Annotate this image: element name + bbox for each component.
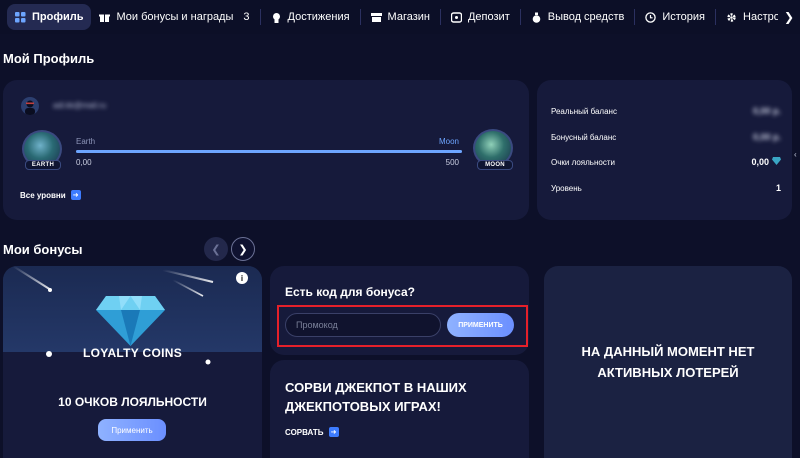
avatar	[21, 97, 39, 115]
promo-code-card: Есть код для бонуса? ПРИМЕНИТЬ	[270, 266, 529, 355]
earth-badge-label: EARTH	[25, 160, 61, 170]
nav-tab-store[interactable]: Магазин	[363, 4, 438, 30]
lottery-card: НА ДАННЫЙ МОМЕНТ НЕТ АКТИВНЫХ ЛОТЕРЕЙ	[544, 266, 792, 458]
arrow-right-icon: ➜	[328, 427, 339, 437]
apply-loyalty-button[interactable]: Применить	[98, 419, 166, 441]
bonuses-section-title: Мои бонусы	[3, 242, 83, 257]
apply-promo-button[interactable]: ПРИМЕНИТЬ	[447, 313, 514, 337]
nav-scroll-right-icon[interactable]: ❯	[778, 0, 800, 34]
balance-value: 0,00	[751, 157, 769, 167]
nav-tab-label: Вывод средств	[547, 11, 625, 23]
bonus-count-badge: 3	[243, 11, 250, 23]
carousel-prev-button[interactable]: ❮	[204, 237, 228, 261]
nav-tab-label: Достижения	[287, 11, 350, 23]
loyalty-bonus-card: i LOYALTY COINS 10 ОЧКОВ ЛОЯЛЬНОСТИ Прим…	[3, 266, 262, 458]
clock-icon	[645, 11, 657, 23]
no-lotteries-message: НА ДАННЫЙ МОМЕНТ НЕТ АКТИВНЫХ ЛОТЕРЕЙ	[581, 344, 755, 380]
nav-tab-label: Магазин	[387, 11, 430, 23]
balance-row-loyalty: Очки лояльности 0,00	[551, 157, 781, 167]
jackpot-card: СОРВИ ДЖЕКПОТ В НАШИХ ДЖЕКПОТОВЫХ ИГРАХ!…	[270, 360, 529, 458]
balance-label: Реальный баланс	[551, 106, 617, 116]
nav-tab-achievements[interactable]: Достижения	[263, 4, 358, 30]
balance-row-real: Реальный баланс 0,00 р.	[551, 106, 781, 116]
user-email: adi.kk@mail.ru	[53, 101, 107, 110]
balance-value: 0,00 р.	[752, 132, 781, 142]
nav-divider	[359, 9, 361, 25]
jackpot-link-label: СОРВАТЬ	[285, 427, 324, 437]
arrow-right-icon: ➜	[70, 190, 81, 200]
diamond-icon	[772, 157, 781, 167]
profile-section-title: Мой Профиль	[3, 51, 95, 66]
nav-divider	[715, 9, 717, 25]
medal-icon	[271, 12, 282, 23]
nav-tab-bonuses[interactable]: Мои бонусы и награды 3	[91, 4, 257, 30]
nav-divider	[439, 9, 441, 25]
current-level-name: Earth	[76, 137, 96, 146]
store-icon	[370, 12, 382, 23]
promo-code-input[interactable]	[285, 313, 441, 337]
nav-tab-deposit[interactable]: Депозит	[443, 4, 518, 30]
all-levels-link[interactable]: Все уровни ➜	[20, 190, 81, 200]
balance-row-level: Уровень 1	[551, 183, 781, 193]
balance-card: Реальный баланс 0,00 р. Бонусный баланс …	[537, 80, 792, 220]
loyalty-points-amount: 10 ОЧКОВ ЛОЯЛЬНОСТИ	[58, 395, 207, 409]
nav-divider	[259, 9, 261, 25]
moon-badge-label: MOON	[477, 160, 513, 170]
balance-label: Уровень	[551, 183, 582, 193]
money-bag-icon	[531, 12, 542, 23]
gift-icon	[99, 12, 111, 23]
nav-tab-history[interactable]: История	[637, 4, 713, 30]
all-levels-label: Все уровни	[20, 190, 66, 200]
nav-tab-label: Депозит	[467, 11, 510, 23]
loyalty-points-value-wrap: 0,00	[751, 157, 781, 167]
deposit-icon	[450, 11, 462, 23]
level-progress-fill	[76, 150, 462, 153]
points-current: 0,00	[76, 158, 92, 167]
balance-label: Бонусный баланс	[551, 132, 617, 142]
loyalty-coins-title: LOYALTY COINS	[82, 346, 183, 360]
balance-value: 1	[775, 183, 781, 193]
grid-icon	[15, 11, 26, 23]
carousel-next-button[interactable]: ❯	[231, 237, 255, 261]
balance-value: 0,00 р.	[752, 106, 781, 116]
nav-tab-label: Мои бонусы и награды	[116, 11, 234, 23]
balance-label: Очки лояльности	[551, 157, 615, 167]
info-icon[interactable]: i	[236, 272, 248, 284]
diamond-icon	[96, 296, 165, 346]
jackpot-title: СОРВИ ДЖЕКПОТ В НАШИХ ДЖЕКПОТОВЫХ ИГРАХ!	[285, 380, 467, 414]
top-nav: Профиль Мои бонусы и награды 3 Достижени…	[0, 0, 800, 34]
nav-tab-label: История	[662, 11, 706, 23]
nav-tab-label: Профиль	[32, 11, 84, 23]
gear-icon	[726, 12, 737, 23]
level-progress-bar	[76, 150, 462, 153]
loyalty-coins-banner: i LOYALTY COINS	[3, 266, 262, 365]
profile-card: adi.kk@mail.ru EARTH Earth Moon 0,00 500…	[3, 80, 529, 220]
nav-divider	[634, 9, 636, 25]
nav-tab-profile[interactable]: Профиль	[7, 4, 92, 30]
points-target: 500	[445, 158, 459, 167]
balance-row-bonus: Бонусный баланс 0,00 р.	[551, 132, 781, 142]
nav-tab-withdraw[interactable]: Вывод средств	[523, 4, 633, 30]
nav-divider	[519, 9, 521, 25]
promo-title: Есть код для бонуса?	[285, 285, 416, 299]
chevron-left-icon[interactable]: ‹	[794, 150, 800, 160]
next-level-name: Moon	[438, 137, 459, 146]
jackpot-link[interactable]: СОРВАТЬ ➜	[285, 427, 339, 437]
